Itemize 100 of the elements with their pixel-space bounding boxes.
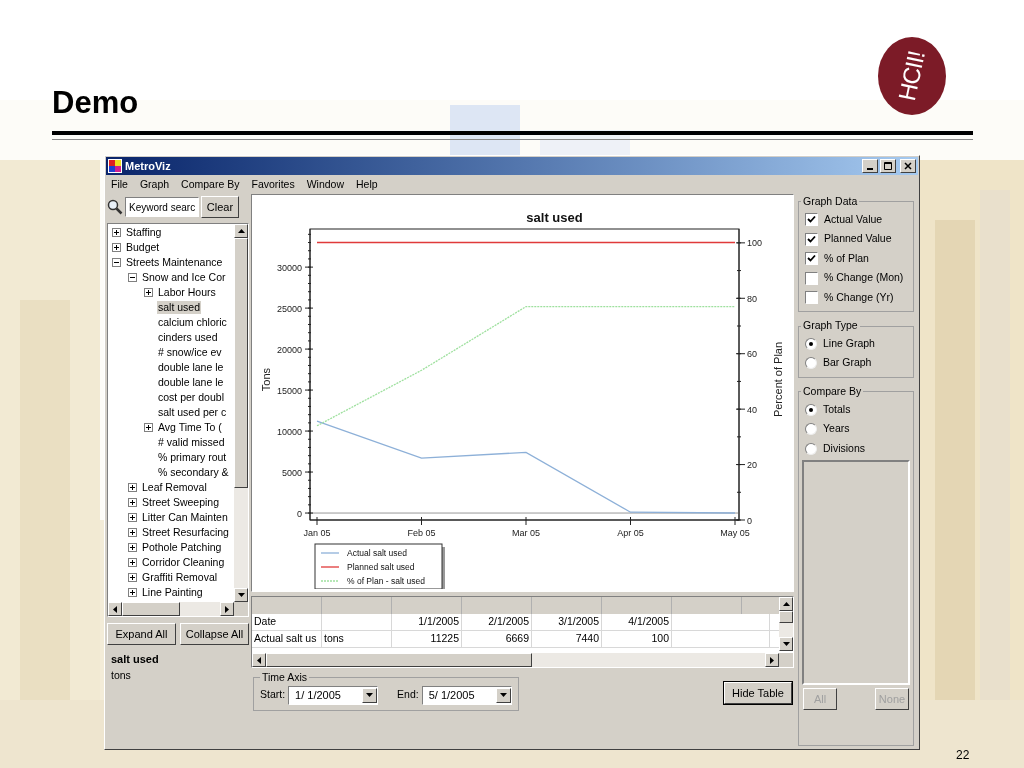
tree-item[interactable]: # snow/ice ev [157,346,223,359]
radio-label: Divisions [823,440,865,456]
plus-box-icon[interactable] [128,573,137,582]
vertical-scrollbar[interactable] [234,224,248,602]
slide-title: Demo [52,84,139,122]
tree-item[interactable]: salt used [157,301,202,314]
radio-button[interactable] [805,442,817,455]
scroll-thumb[interactable] [122,602,180,616]
tree-item[interactable]: salt used per c [157,406,228,419]
division-list[interactable] [802,460,910,686]
clear-button[interactable]: Clear [201,196,239,218]
menu-item[interactable]: Window [306,176,344,193]
minimize-icon[interactable] [862,159,878,173]
radio-button[interactable] [805,403,817,416]
tree-button[interactable]: Collapse All [180,623,249,645]
radio-label: Line Graph [823,335,875,351]
scroll-arrow-button[interactable] [220,602,234,616]
axis-label: Tons [260,367,272,392]
tick-label: 100 [747,238,763,249]
tree-item[interactable]: Line Painting [141,586,204,599]
tick-label: 60 [747,349,757,360]
scroll-arrow-button[interactable] [234,224,248,238]
tick-label: Jan 05 [303,528,331,538]
dropdown-button[interactable] [495,687,511,703]
tree-item[interactable]: Graffiti Removal [141,571,219,584]
plus-box-icon[interactable] [128,588,137,597]
plus-box-icon[interactable] [112,228,121,237]
tree-item[interactable]: Avg Time To ( [157,421,223,434]
radio-button[interactable] [805,337,817,350]
scrollbar-corner [779,653,793,667]
menu-item[interactable]: Compare By [181,176,240,193]
table-cell: Date [254,614,277,630]
tree-item[interactable]: # valid missed [157,436,226,449]
checkbox[interactable] [805,232,818,246]
scroll-arrow-button[interactable] [234,588,248,602]
checkbox[interactable] [805,213,818,226]
tree-item[interactable]: Streets Maintenance [125,256,224,269]
scroll-thumb[interactable] [266,653,532,667]
scroll-arrow-button[interactable] [765,653,779,667]
tick-label: 10000 [276,426,302,437]
dropdown-button[interactable] [362,687,378,703]
radio-button[interactable] [805,357,817,370]
tick-label: Feb 05 [407,528,436,538]
tree-item[interactable]: Street Resurfacing [141,526,230,539]
tree-item[interactable]: Snow and Ice Cor [141,271,227,284]
checkbox[interactable] [805,252,818,265]
tree-item[interactable]: % primary rout [157,451,228,464]
menu-item[interactable]: Graph [139,176,170,193]
menu-item[interactable]: File [111,176,128,193]
tree-item[interactable]: calcium chloric [157,316,228,329]
plus-box-icon[interactable] [128,498,137,507]
checkbox[interactable] [805,271,818,285]
plus-box-icon[interactable] [128,558,137,567]
close-icon[interactable] [900,159,916,173]
table-cell: 4/1/2005 [628,614,669,630]
scroll-thumb[interactable] [779,611,793,623]
tree-item[interactable]: Litter Can Mainten [141,511,229,524]
tree-item[interactable]: Street Sweeping [141,496,221,509]
plus-box-icon[interactable] [112,243,121,252]
plus-box-icon[interactable] [144,288,153,297]
minus-box-icon[interactable] [112,258,121,267]
vertical-scrollbar[interactable] [779,597,793,651]
tree-item[interactable]: double lane le [157,361,225,374]
menu-item[interactable]: Help [356,176,378,193]
menu-item[interactable]: Favorites [251,176,295,193]
tree-item[interactable]: % secondary & [157,466,230,479]
checkbox[interactable] [805,291,818,304]
tree-item[interactable]: Pothole Patching [141,541,223,554]
tree-item[interactable]: Leaf Removal [141,481,208,494]
scroll-arrow-button[interactable] [779,597,793,611]
plus-box-icon[interactable] [144,423,153,432]
hide-table-button[interactable]: Hide Table [724,681,792,704]
horizontal-scrollbar[interactable] [252,653,779,667]
radio-button[interactable] [805,423,817,435]
caret-icon [366,693,374,698]
minus-box-icon[interactable] [128,273,137,282]
scroll-thumb[interactable] [234,238,248,488]
tree-item[interactable]: Labor Hours [157,286,217,299]
scroll-arrow-button[interactable] [252,653,266,667]
tree-button[interactable]: Expand All [107,623,176,645]
tree-item[interactable]: double lane le [157,376,225,389]
plus-box-icon[interactable] [128,543,137,552]
plus-box-icon[interactable] [128,528,137,537]
date-dropdown[interactable]: 5/ 1/2005 [421,685,512,705]
tree-item[interactable]: Corridor Cleaning [141,556,226,569]
plus-box-icon[interactable] [128,483,137,492]
tree-item[interactable]: Staffing [125,226,163,239]
tree-item[interactable]: cost per doubl [157,391,225,404]
plus-box-icon[interactable] [128,513,137,522]
tick-label: Apr 05 [617,528,644,538]
scroll-arrow-button[interactable] [779,637,793,651]
maximize-icon[interactable] [880,159,896,173]
triangle-down-icon [782,642,790,646]
table-cell: 11225 [430,631,459,647]
search-field[interactable]: Keyword searc [125,197,199,217]
scroll-arrow-button[interactable] [108,602,122,616]
tree-item[interactable]: cinders used [157,331,219,344]
date-dropdown[interactable]: 1/ 1/2005 [288,685,379,705]
horizontal-scrollbar[interactable] [108,602,234,616]
tree-item[interactable]: Budget [125,241,161,254]
